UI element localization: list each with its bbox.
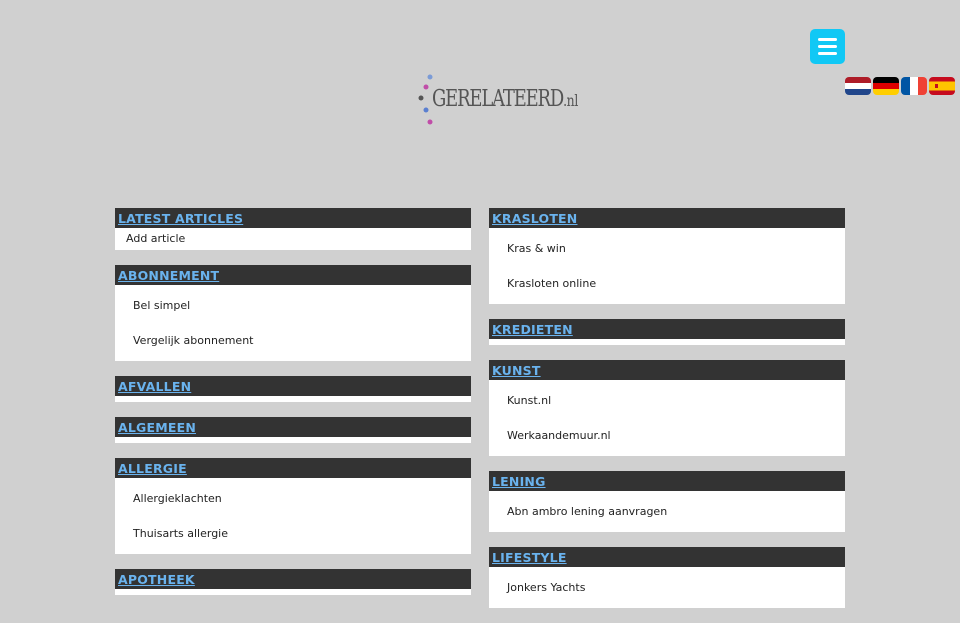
category-link[interactable]: APOTHEEK <box>118 572 195 587</box>
right-column: KRASLOTEN Kras & win Krasloten online KR… <box>489 208 845 623</box>
site-logo[interactable]: GERELATEERD.nl <box>418 74 580 129</box>
list-item[interactable]: Allergieklachten <box>115 481 471 516</box>
category-link[interactable]: ALGEMEEN <box>118 420 196 435</box>
list-item[interactable]: Werkaandemuur.nl <box>489 418 845 453</box>
flag-de-icon[interactable] <box>873 77 899 95</box>
category-header: LENING <box>489 471 845 491</box>
category-header: ALGEMEEN <box>115 417 471 437</box>
category-block: LENING Abn ambro lening aanvragen <box>489 471 845 532</box>
list-item[interactable]: Thuisarts allergie <box>115 516 471 551</box>
list-item[interactable]: Vergelijk abonnement <box>115 323 471 358</box>
category-block: KREDIETEN <box>489 319 845 345</box>
category-block: KRASLOTEN Kras & win Krasloten online <box>489 208 845 304</box>
category-link[interactable]: KRASLOTEN <box>492 211 577 226</box>
category-link[interactable]: LATEST ARTICLES <box>118 211 243 226</box>
category-header: APOTHEEK <box>115 569 471 589</box>
flag-es-icon[interactable] <box>929 77 955 95</box>
category-block: ABONNEMENT Bel simpel Vergelijk abonneme… <box>115 265 471 361</box>
category-block: KUNST Kunst.nl Werkaandemuur.nl <box>489 360 845 456</box>
category-link[interactable]: ABONNEMENT <box>118 268 219 283</box>
category-link[interactable]: LIFESTYLE <box>492 550 567 565</box>
category-link[interactable]: KREDIETEN <box>492 322 573 337</box>
category-link[interactable]: AFVALLEN <box>118 379 191 394</box>
category-header: LATEST ARTICLES <box>115 208 471 228</box>
category-block: AFVALLEN <box>115 376 471 402</box>
list-item[interactable]: Add article <box>115 228 471 250</box>
category-header: KREDIETEN <box>489 319 845 339</box>
flag-nl-icon[interactable] <box>845 77 871 95</box>
list-item[interactable]: Abn ambro lening aanvragen <box>489 494 845 529</box>
list-item[interactable]: Kunst.nl <box>489 383 845 418</box>
category-block: ALGEMEEN <box>115 417 471 443</box>
category-header: LIFESTYLE <box>489 547 845 567</box>
menu-button[interactable] <box>810 29 845 64</box>
list-item[interactable]: Kras & win <box>489 231 845 266</box>
category-block: LATEST ARTICLES Add article <box>115 208 471 250</box>
language-selector <box>845 77 955 95</box>
category-header: AFVALLEN <box>115 376 471 396</box>
category-link[interactable]: ALLERGIE <box>118 461 187 476</box>
category-header: KUNST <box>489 360 845 380</box>
category-block: APOTHEEK <box>115 569 471 595</box>
category-block: LIFESTYLE Jonkers Yachts <box>489 547 845 608</box>
list-item[interactable]: Krasloten online <box>489 266 845 301</box>
category-block: ALLERGIE Allergieklachten Thuisarts alle… <box>115 458 471 554</box>
flag-fr-icon[interactable] <box>901 77 927 95</box>
list-item[interactable]: Bel simpel <box>115 288 471 323</box>
hamburger-icon <box>818 38 837 41</box>
category-link[interactable]: LENING <box>492 474 546 489</box>
category-header: ALLERGIE <box>115 458 471 478</box>
left-column: LATEST ARTICLES Add article ABONNEMENT B… <box>115 208 471 610</box>
category-header: ABONNEMENT <box>115 265 471 285</box>
category-link[interactable]: KUNST <box>492 363 541 378</box>
category-header: KRASLOTEN <box>489 208 845 228</box>
logo-text: GERELATEERD.nl <box>432 86 578 112</box>
